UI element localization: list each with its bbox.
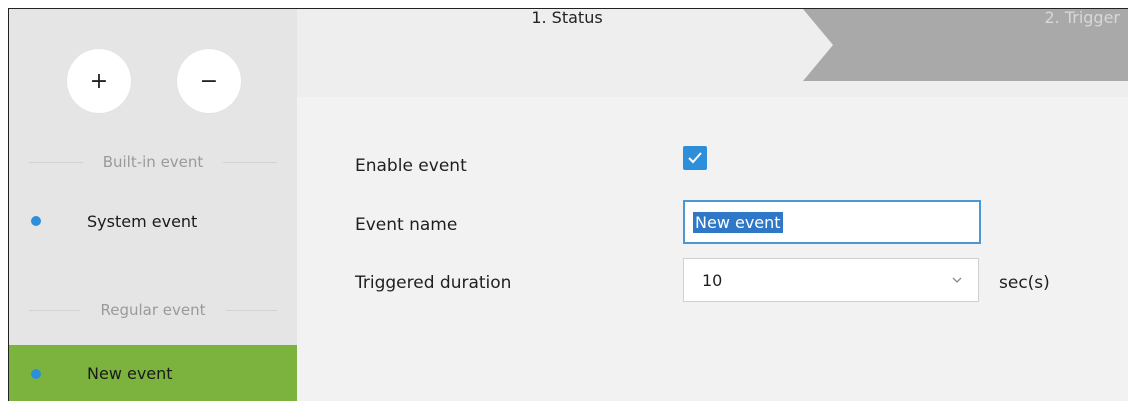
step-status-label: 1. Status bbox=[531, 8, 603, 27]
event-settings-panel: + − Built-in event System event Regular … bbox=[8, 8, 1128, 401]
triggered-duration-select[interactable]: 10 bbox=[683, 258, 979, 302]
regular-event-heading: Regular event bbox=[9, 299, 297, 321]
triggered-duration-value: 10 bbox=[702, 270, 723, 290]
sidebar-item-label: New event bbox=[87, 364, 173, 383]
step-status[interactable]: 1. Status bbox=[297, 9, 837, 27]
enable-event-label: Enable event bbox=[355, 156, 467, 176]
event-name-input[interactable]: New event bbox=[683, 200, 981, 244]
check-icon bbox=[688, 152, 702, 164]
event-sidebar: + − Built-in event System event Regular … bbox=[9, 9, 297, 401]
triggered-duration-label: Triggered duration bbox=[355, 273, 512, 293]
sidebar-item-system-event[interactable]: System event bbox=[9, 195, 297, 247]
bullet-dot-icon bbox=[31, 216, 41, 226]
add-event-button[interactable]: + bbox=[67, 49, 131, 113]
enable-event-checkbox[interactable] bbox=[683, 146, 707, 170]
chevron-down-icon bbox=[952, 277, 962, 283]
remove-event-button[interactable]: − bbox=[177, 49, 241, 113]
sidebar-item-new-event[interactable]: New event bbox=[9, 345, 297, 401]
duration-unit-label: sec(s) bbox=[999, 273, 1050, 293]
builtin-event-heading-label: Built-in event bbox=[102, 153, 204, 171]
bullet-dot-icon bbox=[31, 368, 41, 379]
builtin-event-heading: Built-in event bbox=[9, 151, 297, 173]
event-name-value: New event bbox=[693, 211, 783, 233]
sidebar-item-label: System event bbox=[87, 211, 198, 231]
step-trigger-label[interactable]: 2. Trigger bbox=[1044, 9, 1120, 27]
event-name-label: Event name bbox=[355, 215, 458, 235]
regular-event-heading-label: Regular event bbox=[100, 301, 206, 319]
wizard-steps: 1. Status 2. Trigger bbox=[297, 9, 1128, 97]
